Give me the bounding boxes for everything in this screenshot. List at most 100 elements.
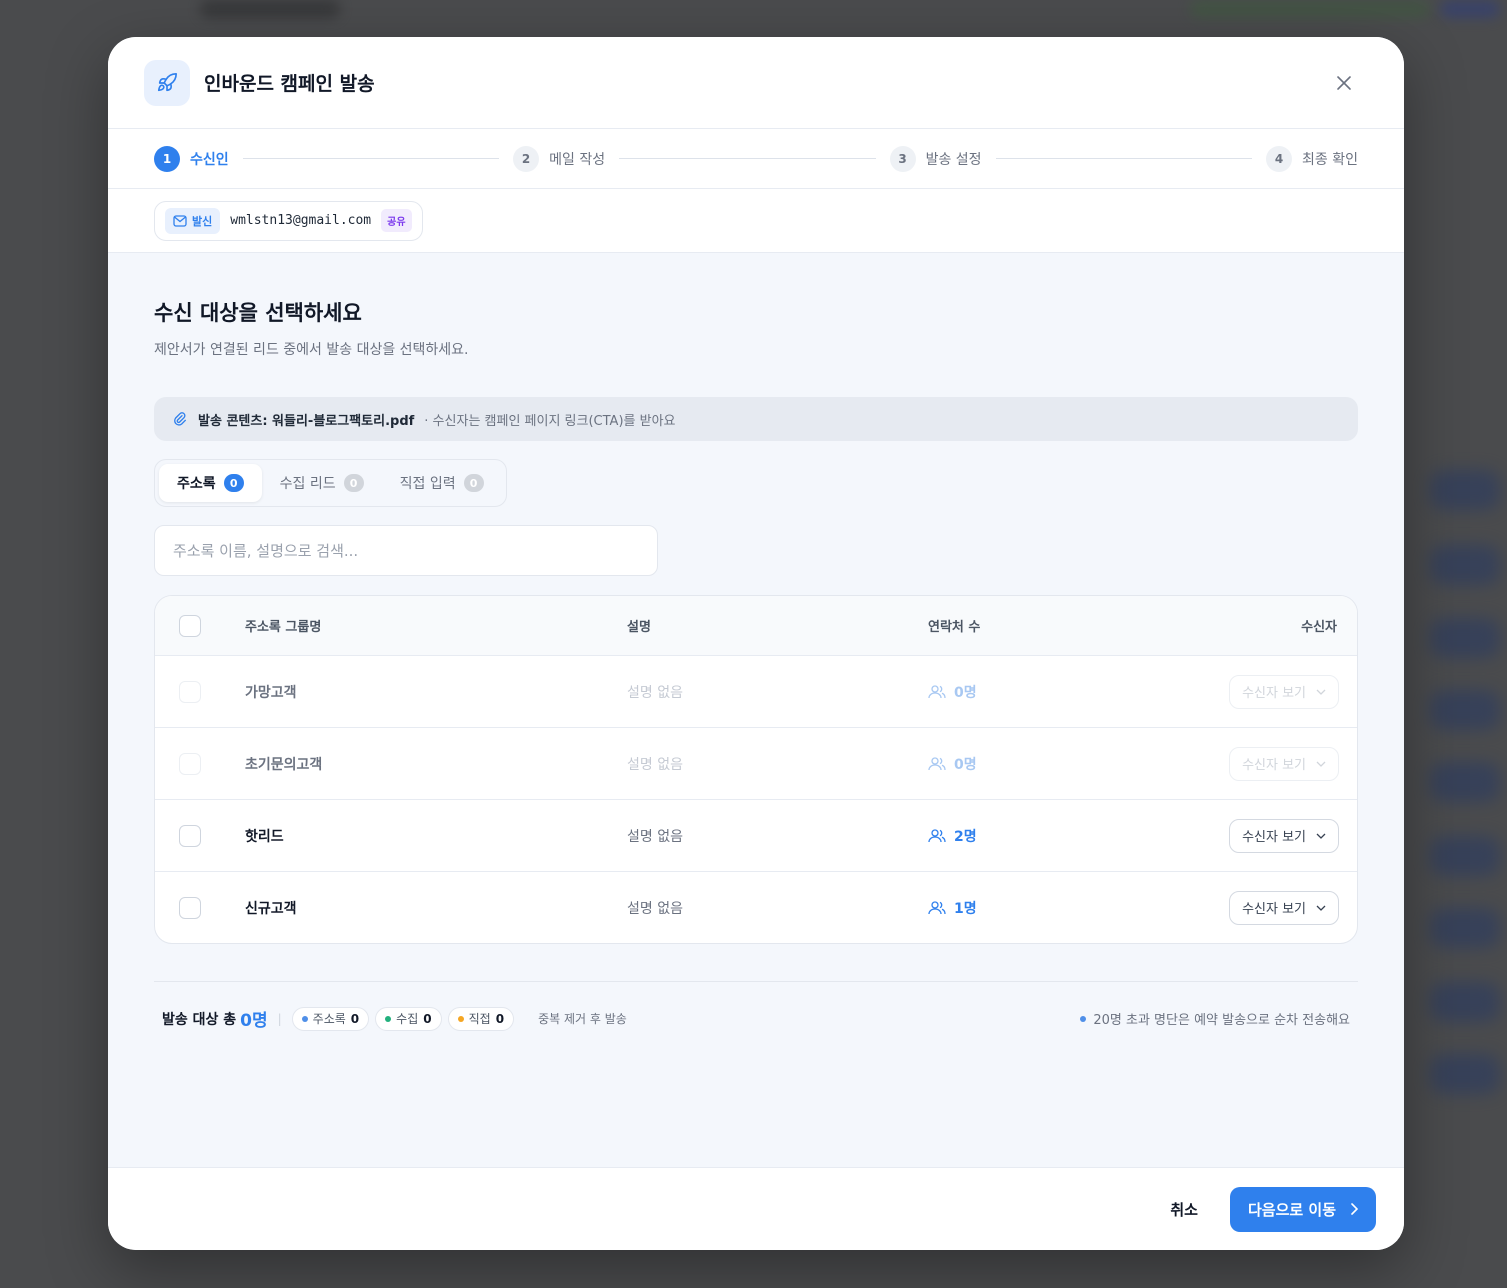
contact-count: 1명 bbox=[928, 898, 1128, 918]
summary-chip-address-book: 주소록 0 bbox=[291, 1006, 370, 1031]
close-icon bbox=[1337, 76, 1351, 90]
step-label: 수신인 bbox=[190, 151, 229, 168]
step-label: 메일 작성 bbox=[549, 151, 606, 168]
view-recipients-button[interactable]: 수신자 보기 bbox=[1229, 818, 1339, 853]
summary-total: 0명 bbox=[240, 1011, 268, 1031]
table-row: 신규고객 설명 없음 1명 수신자 보기 bbox=[155, 871, 1357, 943]
group-name: 초기문의고객 bbox=[245, 756, 323, 773]
view-recipients-button[interactable]: 수신자 보기 bbox=[1229, 890, 1339, 925]
tab-count-badge: 0 bbox=[463, 474, 484, 492]
campaign-modal: 인바운드 캠페인 발송 1 수신인 2 메일 작성 3 발송 설정 4 최종 확… bbox=[108, 37, 1404, 1250]
contact-count-value: 1명 bbox=[954, 900, 977, 917]
contact-count-value: 2명 bbox=[954, 828, 977, 845]
schedule-note: 20명 초과 명단은 예약 발송으로 순차 전송해요 bbox=[1080, 1009, 1358, 1028]
users-icon bbox=[928, 828, 946, 842]
view-recipients-button[interactable]: 수신자 보기 bbox=[1229, 746, 1339, 781]
users-icon bbox=[928, 756, 946, 770]
summary-separator: | bbox=[277, 1011, 282, 1026]
background-blob bbox=[1430, 1054, 1500, 1094]
table-row: 핫리드 설명 없음 2명 수신자 보기 bbox=[155, 799, 1357, 871]
chevron-down-icon bbox=[1316, 689, 1326, 695]
step-number: 1 bbox=[154, 145, 180, 172]
background-blob bbox=[1430, 618, 1500, 658]
step-confirm: 4 최종 확인 bbox=[1266, 145, 1358, 172]
header-contact-count: 연락처 수 bbox=[928, 620, 981, 635]
step-number: 3 bbox=[889, 145, 916, 172]
header-recipients: 수신자 bbox=[1301, 620, 1337, 635]
dot-icon bbox=[457, 1015, 464, 1022]
users-icon bbox=[928, 900, 946, 914]
view-recipients-label: 수신자 보기 bbox=[1242, 902, 1306, 917]
group-name: 가망고객 bbox=[245, 684, 297, 701]
rocket-icon bbox=[144, 59, 190, 106]
sender-chip: 발신 wmlstn13@gmail.com 공유 bbox=[154, 200, 423, 241]
row-checkbox[interactable] bbox=[179, 752, 201, 775]
sender-bar: 발신 wmlstn13@gmail.com 공유 bbox=[108, 189, 1404, 253]
schedule-note-text: 20명 초과 명단은 예약 발송으로 순차 전송해요 bbox=[1093, 1013, 1350, 1028]
step-number: 4 bbox=[1266, 145, 1293, 172]
table-row: 가망고객 설명 없음 0명 수신자 보기 bbox=[155, 655, 1357, 727]
dot-icon bbox=[1080, 1015, 1087, 1022]
row-checkbox[interactable] bbox=[179, 896, 201, 919]
select-all-checkbox[interactable] bbox=[179, 614, 201, 637]
next-button-label: 다음으로 이동 bbox=[1247, 1200, 1336, 1219]
view-recipients-label: 수신자 보기 bbox=[1242, 686, 1306, 701]
view-recipients-label: 수신자 보기 bbox=[1242, 830, 1306, 845]
row-checkbox[interactable] bbox=[179, 680, 201, 703]
tab-direct-input[interactable]: 직접 입력 0 bbox=[382, 464, 502, 502]
group-description: 설명 없음 bbox=[627, 684, 683, 701]
group-description: 설명 없음 bbox=[627, 828, 683, 845]
step-recipients: 1 수신인 bbox=[154, 145, 229, 172]
tab-collected-leads[interactable]: 수집 리드 0 bbox=[262, 464, 382, 502]
tab-label: 수집 리드 bbox=[279, 476, 336, 492]
next-button[interactable]: 다음으로 이동 bbox=[1229, 1186, 1376, 1232]
chevron-down-icon bbox=[1316, 833, 1326, 839]
step-connector bbox=[995, 158, 1253, 159]
summary-chip-collected: 수집 0 bbox=[375, 1006, 442, 1031]
send-summary: 발송 대상 총 0명 | 주소록 0 수집 0 직접 0 중복 제거 후 발송 … bbox=[154, 1006, 1358, 1031]
contact-count: 2명 bbox=[928, 826, 1128, 846]
background-header-hint bbox=[200, 0, 340, 18]
background-blob bbox=[1430, 982, 1500, 1022]
divider bbox=[154, 981, 1358, 982]
chip-count: 0 bbox=[423, 1011, 432, 1026]
step-number: 2 bbox=[513, 145, 540, 172]
chip-count: 0 bbox=[495, 1011, 505, 1026]
close-button[interactable] bbox=[1332, 71, 1356, 95]
background-blob bbox=[1430, 545, 1500, 585]
tab-count-badge: 0 bbox=[223, 474, 244, 492]
view-recipients-button[interactable]: 수신자 보기 bbox=[1229, 674, 1339, 709]
chip-count: 0 bbox=[350, 1011, 360, 1026]
sender-tag-label: 발신 bbox=[192, 214, 213, 228]
step-settings: 3 발송 설정 bbox=[889, 145, 982, 172]
users-icon bbox=[928, 684, 946, 698]
contact-count-value: 0명 bbox=[954, 756, 977, 773]
table-header: 주소록 그룹명 설명 연락처 수 수신자 bbox=[155, 596, 1357, 655]
dot-icon bbox=[301, 1015, 308, 1022]
background-blob bbox=[1430, 836, 1500, 876]
modal-header: 인바운드 캠페인 발송 bbox=[108, 37, 1404, 129]
step-label: 발송 설정 bbox=[925, 151, 982, 168]
group-name: 핫리드 bbox=[245, 828, 284, 845]
chevron-down-icon bbox=[1316, 905, 1326, 911]
sender-email: wmlstn13@gmail.com bbox=[230, 213, 372, 228]
header-description: 설명 bbox=[627, 620, 651, 635]
tab-count-badge: 0 bbox=[343, 474, 364, 492]
section-title: 수신 대상을 선택하세요 bbox=[154, 301, 362, 325]
row-checkbox[interactable] bbox=[179, 824, 201, 847]
cancel-button[interactable]: 취소 bbox=[1170, 1199, 1198, 1220]
step-compose: 2 메일 작성 bbox=[513, 145, 606, 172]
tab-address-book[interactable]: 주소록 0 bbox=[159, 464, 262, 502]
modal-title: 인바운드 캠페인 발송 bbox=[204, 73, 375, 95]
group-name: 신규고객 bbox=[245, 900, 297, 917]
search-input[interactable] bbox=[154, 525, 658, 576]
chip-label: 수집 bbox=[396, 1012, 419, 1026]
background-header-hint bbox=[1190, 0, 1430, 18]
content-banner: 발송 콘텐츠: 워들리-블로그팩토리.pdf · 수신자는 캠페인 페이지 링크… bbox=[154, 397, 1358, 441]
step-connector bbox=[619, 158, 876, 159]
stepper: 1 수신인 2 메일 작성 3 발송 설정 4 최종 확인 bbox=[108, 129, 1404, 189]
chip-label: 직접 bbox=[468, 1012, 491, 1026]
chevron-right-icon bbox=[1351, 1203, 1358, 1215]
step-label: 최종 확인 bbox=[1302, 151, 1358, 168]
tab-label: 주소록 bbox=[177, 476, 216, 492]
